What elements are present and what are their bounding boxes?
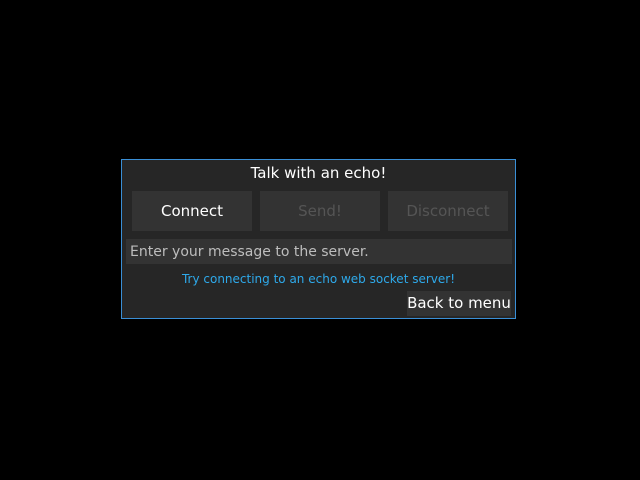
disconnect-button[interactable]: Disconnect [388,191,508,231]
status-text: Try connecting to an echo web socket ser… [181,272,456,286]
back-to-menu-button[interactable]: Back to menu [407,291,511,316]
message-input[interactable] [126,239,512,264]
send-button[interactable]: Send! [260,191,380,231]
panel-title: Talk with an echo! [250,164,387,182]
echo-panel: Talk with an echo! Connect Send! Disconn… [121,159,516,319]
connect-button[interactable]: Connect [132,191,252,231]
